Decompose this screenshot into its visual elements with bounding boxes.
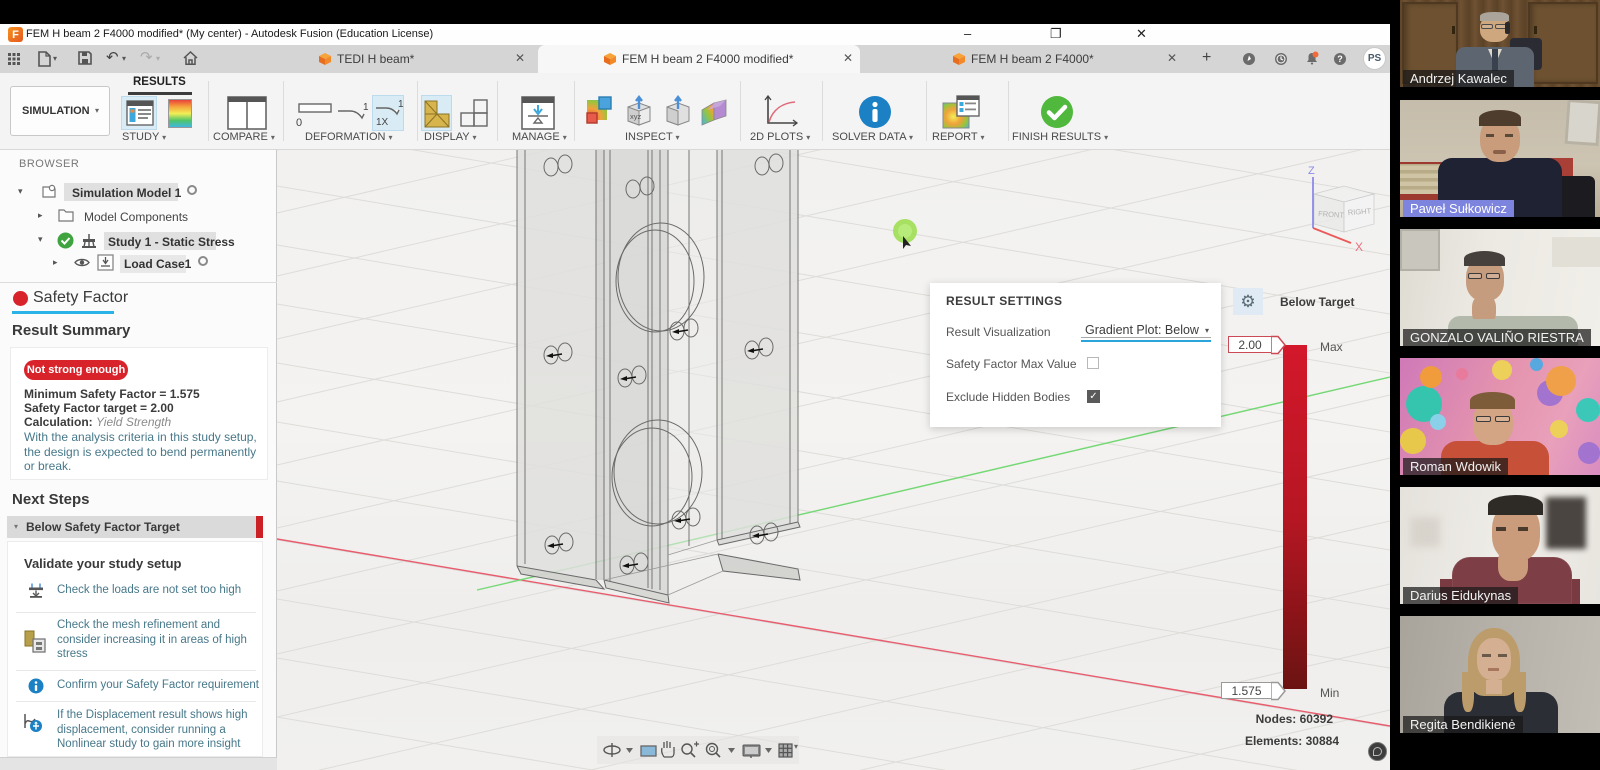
svg-text:1: 1 bbox=[363, 102, 369, 113]
svg-text:1X: 1X bbox=[376, 117, 389, 128]
svg-text:xyz: xyz bbox=[630, 112, 642, 121]
svg-text:?: ? bbox=[1337, 54, 1343, 64]
svg-text:0: 0 bbox=[296, 117, 302, 127]
svg-text:Z: Z bbox=[1308, 165, 1315, 177]
svg-text:FRONT: FRONT bbox=[1318, 209, 1345, 220]
svg-text:RIGHT: RIGHT bbox=[1348, 206, 1372, 217]
svg-text:X: X bbox=[1355, 240, 1363, 254]
svg-text:1: 1 bbox=[398, 99, 404, 110]
